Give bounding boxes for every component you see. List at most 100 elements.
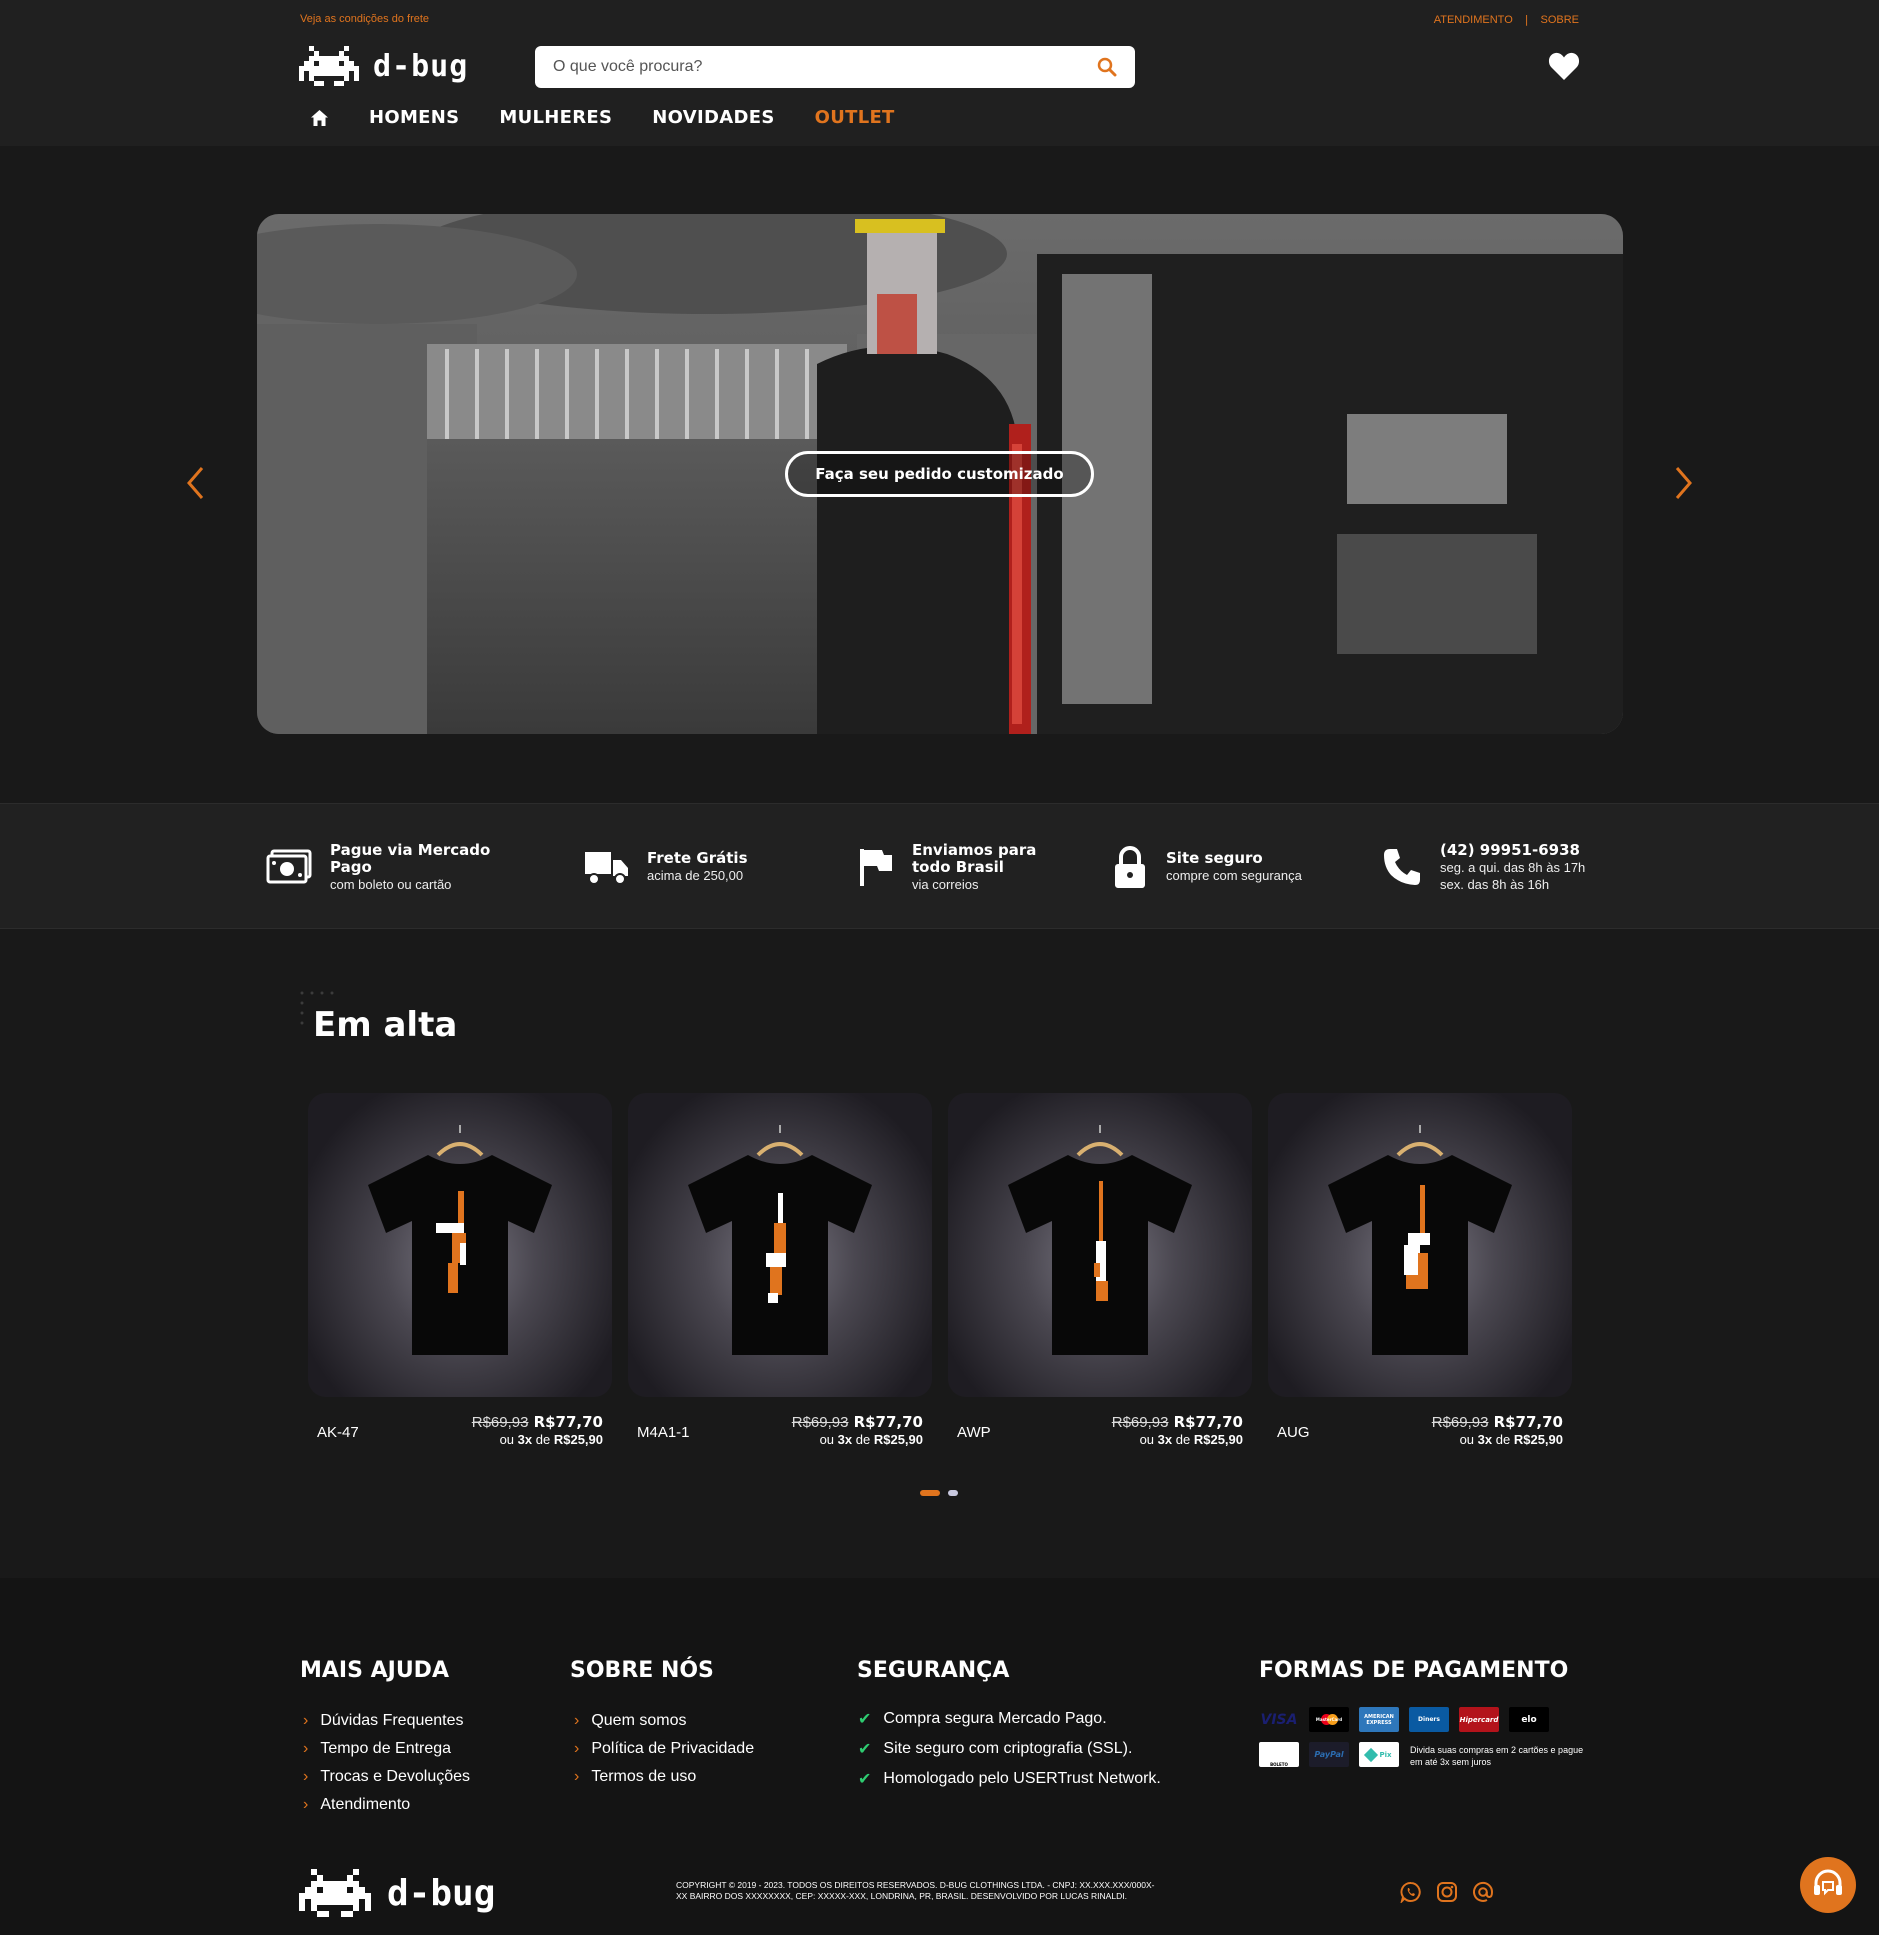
- footer-about-title: SOBRE NÓS: [570, 1658, 714, 1683]
- search-icon[interactable]: [1097, 57, 1117, 77]
- feature-phone: (42) 99951-6938 seg. a qui. das 8h às 17…: [1382, 804, 1585, 930]
- top-links-divider: |: [1524, 13, 1529, 26]
- footer-link[interactable]: › Dúvidas Frequentes: [303, 1707, 470, 1735]
- home-icon[interactable]: [310, 109, 329, 127]
- custom-order-button[interactable]: Faça seu pedido customizado: [785, 451, 1094, 497]
- product-price: R$77,70: [1173, 1413, 1243, 1431]
- payment-note: Divida suas compras em 2 cartões e pague…: [1410, 1745, 1584, 1767]
- logo[interactable]: d-bug: [299, 46, 468, 86]
- copyright-line: XX BAIRRO DOS XXXXXXXX, CEP: XXXXX-XXX, …: [676, 1891, 1127, 1901]
- chevron-right-icon: ›: [574, 1740, 580, 1757]
- space-invader-logo-icon: [299, 1869, 371, 1917]
- top-links: ATENDIMENTO | SOBRE: [1434, 13, 1579, 26]
- product-prices: R$69,93 R$77,70 ou 3x de R$25,90: [472, 1414, 603, 1448]
- email-at-icon[interactable]: [1472, 1881, 1494, 1903]
- chevron-right-icon: ›: [303, 1796, 309, 1813]
- product-image[interactable]: [308, 1093, 612, 1397]
- carousel-pagination: [920, 1490, 958, 1496]
- nav-homens[interactable]: HOMENS: [369, 107, 459, 128]
- security-item: ✔ Site seguro com criptografia (SSL).: [858, 1740, 1133, 1758]
- feature-secure-sub: compre com segurança: [1166, 868, 1302, 883]
- nav-novidades[interactable]: NOVIDADES: [652, 107, 774, 128]
- headset-chat-icon: [1814, 1869, 1842, 1896]
- pager-dot-active[interactable]: [920, 1490, 940, 1496]
- product-name[interactable]: AWP: [957, 1424, 991, 1441]
- chevron-right-icon: ›: [303, 1740, 309, 1757]
- search-input[interactable]: [553, 58, 1097, 76]
- feature-phone-hours-1: seg. a qui. das 8h às 17h: [1440, 859, 1586, 875]
- product-image[interactable]: [628, 1093, 932, 1397]
- product-price: R$77,70: [533, 1413, 603, 1431]
- check-icon: ✔: [858, 1741, 872, 1758]
- feature-brazil-sub: via correios: [912, 876, 979, 892]
- sobre-link[interactable]: SOBRE: [1540, 14, 1579, 26]
- security-item: ✔ Compra segura Mercado Pago.: [858, 1710, 1107, 1728]
- copyright-line: COPYRIGHT © 2019 - 2023. TODOS OS DIREIT…: [676, 1880, 1155, 1890]
- product-card[interactable]: AK-47 R$69,93 R$77,70 ou 3x de R$25,90: [308, 1093, 612, 1457]
- paypal-icon: PayPal: [1309, 1742, 1349, 1767]
- footer-logo-text: d-bug: [387, 1872, 496, 1914]
- footer-link[interactable]: › Trocas e Devoluções: [303, 1763, 470, 1791]
- product-old-price: R$69,93: [1431, 1414, 1489, 1431]
- wishlist-heart-icon[interactable]: [1548, 51, 1580, 81]
- instagram-icon[interactable]: [1436, 1881, 1458, 1903]
- copyright-text: COPYRIGHT © 2019 - 2023. TODOS OS DIREIT…: [676, 1880, 1246, 1902]
- feature-phone-hours-2: sex. das 8h às 16h: [1440, 876, 1550, 892]
- chevron-right-icon: ›: [303, 1768, 309, 1785]
- feature-secure-title: Site seguro: [1166, 849, 1263, 867]
- product-name[interactable]: AUG: [1277, 1424, 1310, 1441]
- footer-security-list: ✔ Compra segura Mercado Pago. ✔ Site segur…: [858, 1704, 1161, 1794]
- security-item: ✔ Homologado pelo USERTrust Network.: [858, 1770, 1161, 1788]
- product-card[interactable]: AUG R$69,93 R$77,70 ou 3x de R$25,90: [1268, 1093, 1572, 1457]
- feature-brazil: Enviamos para todo Brasil via correios: [858, 804, 1052, 930]
- carousel-prev-icon[interactable]: [185, 465, 205, 501]
- product-prices: R$69,93 R$77,70 ou 3x de R$25,90: [792, 1414, 923, 1448]
- footer-help-title: MAIS AJUDA: [300, 1658, 449, 1683]
- amex-icon: AMERICAN EXPRESS: [1359, 1707, 1399, 1732]
- pix-icon: Pix: [1359, 1742, 1399, 1767]
- whatsapp-icon[interactable]: [1400, 1881, 1422, 1903]
- product-name[interactable]: M4A1-1: [637, 1424, 690, 1441]
- pager-dot[interactable]: [948, 1490, 958, 1496]
- product-old-price: R$69,93: [1111, 1414, 1169, 1431]
- product-name[interactable]: AK-47: [317, 1424, 359, 1441]
- footer-link[interactable]: › Política de Privacidade: [574, 1735, 754, 1763]
- product-prices: R$69,93 R$77,70 ou 3x de R$25,90: [1432, 1414, 1563, 1448]
- chat-support-button[interactable]: [1800, 1857, 1856, 1913]
- visa-icon: VISA: [1260, 1711, 1298, 1728]
- product-installments: ou 3x de R$25,90: [1459, 1432, 1563, 1447]
- carousel-next-icon[interactable]: [1674, 465, 1694, 501]
- atendimento-link[interactable]: ATENDIMENTO: [1434, 14, 1513, 26]
- shipping-conditions-link[interactable]: Veja as condições do frete: [300, 13, 429, 25]
- product-image[interactable]: [948, 1093, 1252, 1397]
- feature-brazil-title: Enviamos para todo Brasil: [912, 840, 1037, 876]
- feature-phone-title[interactable]: (42) 99951-6938: [1440, 841, 1585, 859]
- nav-outlet[interactable]: OUTLET: [815, 107, 895, 128]
- footer-link[interactable]: › Atendimento: [303, 1791, 470, 1819]
- logo-text: d-bug: [373, 48, 469, 84]
- product-prices: R$69,93 R$77,70 ou 3x de R$25,90: [1112, 1414, 1243, 1448]
- tshirt-image: [688, 1125, 872, 1355]
- product-image[interactable]: [1268, 1093, 1572, 1397]
- footer-link[interactable]: › Tempo de Entrega: [303, 1735, 470, 1763]
- footer-logo[interactable]: d-bug: [299, 1869, 495, 1917]
- footer-link[interactable]: › Termos de uso: [574, 1763, 754, 1791]
- space-invader-logo-icon: [299, 46, 359, 86]
- phone-icon: [1384, 849, 1420, 885]
- product-card[interactable]: AWP R$69,93 R$77,70 ou 3x de R$25,90: [948, 1093, 1252, 1457]
- product-card[interactable]: M4A1-1 R$69,93 R$77,70 ou 3x de R$25,90: [628, 1093, 932, 1457]
- section-title: Em alta: [313, 1005, 458, 1045]
- product-old-price: R$69,93: [791, 1414, 849, 1431]
- feature-shipping-sub: acima de 250,00: [647, 868, 744, 883]
- check-icon: ✔: [858, 1711, 872, 1728]
- nav-mulheres[interactable]: MULHERES: [499, 107, 612, 128]
- features-bar: Pague via Mercado Pago com boleto ou car…: [0, 803, 1879, 929]
- search-bar: [535, 46, 1135, 88]
- product-price: R$77,70: [853, 1413, 923, 1431]
- lock-icon: [1115, 846, 1145, 888]
- feature-shipping-title: Frete Grátis: [647, 849, 748, 867]
- tshirt-image: [1328, 1125, 1512, 1355]
- product-installments: ou 3x de R$25,90: [1139, 1432, 1243, 1447]
- check-icon: ✔: [858, 1771, 872, 1788]
- footer-link[interactable]: › Quem somos: [574, 1707, 754, 1735]
